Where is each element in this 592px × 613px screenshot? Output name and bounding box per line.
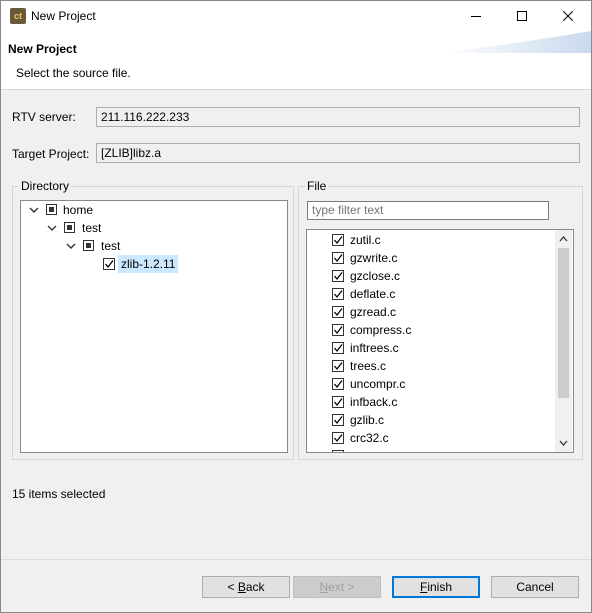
cancel-button[interactable]: Cancel <box>491 576 579 598</box>
next-rest: ext <box>328 580 345 594</box>
check-icon <box>334 380 343 389</box>
file-name: gzlib.c <box>350 413 385 427</box>
checkbox-checked[interactable] <box>332 450 344 452</box>
checkbox-checked[interactable] <box>332 414 344 426</box>
rtv-server-field: 211.116.222.233 <box>96 107 580 127</box>
checkbox-checked[interactable] <box>332 342 344 354</box>
chevron-down-icon[interactable] <box>29 205 39 215</box>
file-list[interactable]: zutil.c gzwrite.c gzclose.c deflate.c gz… <box>306 229 574 453</box>
checkbox-checked[interactable] <box>332 288 344 300</box>
directory-tree[interactable]: home test test zlib-1.2.11 <box>20 200 288 453</box>
tree-node-label: test <box>101 239 121 253</box>
minimize-icon <box>471 16 481 17</box>
finish-button[interactable]: Finish <box>392 576 480 598</box>
check-icon <box>334 254 343 263</box>
header-decoration <box>441 31 591 53</box>
tree-node-label: test <box>82 221 102 235</box>
wizard-header: New Project Select the source file. <box>1 31 591 90</box>
minimize-button[interactable] <box>453 1 499 31</box>
window-title: New Project <box>31 9 96 23</box>
file-name: gzwrite.c <box>350 251 398 265</box>
file-name: inftrees.c <box>350 341 399 355</box>
vertical-scrollbar[interactable] <box>555 230 572 452</box>
file-name: compress.c <box>350 323 412 337</box>
filter-input[interactable]: type filter text <box>307 201 549 220</box>
checkbox-checked[interactable] <box>332 432 344 444</box>
check-icon <box>334 398 343 407</box>
file-name: deflate.c <box>350 287 396 301</box>
checkbox-checked[interactable] <box>103 258 115 270</box>
maximize-icon <box>517 11 527 21</box>
check-icon <box>334 272 343 281</box>
file-group-label: File <box>305 179 329 193</box>
check-icon <box>334 308 343 317</box>
check-icon <box>334 236 343 245</box>
file-name: zutil.c <box>350 233 381 247</box>
chevron-up-icon[interactable] <box>559 235 568 242</box>
tree-node-label: zlib-1.2.11 <box>118 255 179 273</box>
rtv-server-label: RTV server: <box>12 110 76 124</box>
checkbox-checked[interactable] <box>332 306 344 318</box>
checkbox-checked[interactable] <box>332 378 344 390</box>
tristate-checkbox[interactable] <box>64 222 75 233</box>
checkbox-checked[interactable] <box>332 252 344 264</box>
checkbox-checked[interactable] <box>332 396 344 408</box>
next-suffix: > <box>344 580 355 594</box>
chevron-down-icon[interactable] <box>47 223 57 233</box>
back-mnemonic: B <box>237 580 246 594</box>
checkbox-checked[interactable] <box>332 324 344 336</box>
footer-divider <box>1 559 591 560</box>
back-rest: ack <box>245 580 265 594</box>
wizard-title: New Project <box>8 42 77 56</box>
check-icon <box>334 362 343 371</box>
target-project-label: Target Project: <box>12 147 90 161</box>
new-project-dialog: ct New Project New Project Select the so… <box>0 0 592 613</box>
file-name: gzclose.c <box>350 269 401 283</box>
back-prefix: < <box>227 580 238 594</box>
finish-rest: inish <box>427 580 453 594</box>
target-project-field: [ZLIB]libz.a <box>96 143 580 163</box>
chevron-down-icon[interactable] <box>66 241 76 251</box>
next-mnemonic: N <box>319 580 329 594</box>
tree-node-test-nested[interactable]: test <box>21 237 281 255</box>
back-button[interactable]: < Back <box>202 576 290 598</box>
file-name: crc32.c <box>350 431 389 445</box>
file-name: gzread.c <box>350 305 397 319</box>
tristate-checkbox[interactable] <box>83 240 94 251</box>
check-icon <box>334 416 343 425</box>
close-button[interactable] <box>545 1 591 31</box>
close-icon <box>563 11 573 21</box>
directory-group-label: Directory <box>19 179 72 193</box>
scrollbar-thumb[interactable] <box>558 248 569 398</box>
maximize-button[interactable] <box>499 1 545 31</box>
check-icon <box>334 434 343 443</box>
selection-status: 15 items selected <box>12 487 106 501</box>
checkbox-checked[interactable] <box>332 360 344 372</box>
tree-node-label: home <box>63 203 94 217</box>
tree-node-zlib[interactable]: zlib-1.2.11 <box>21 255 281 273</box>
check-icon <box>105 260 114 269</box>
file-name: infback.c <box>350 395 398 409</box>
next-button[interactable]: Next > <box>293 576 381 598</box>
tristate-checkbox[interactable] <box>46 204 57 215</box>
wizard-description: Select the source file. <box>16 66 131 80</box>
tree-node-test[interactable]: test <box>21 219 281 237</box>
title-bar[interactable]: ct New Project <box>1 1 591 31</box>
chevron-down-icon[interactable] <box>559 440 568 447</box>
checkbox-checked[interactable] <box>332 270 344 282</box>
app-icon: ct <box>10 8 26 24</box>
file-name: trees.c <box>350 359 387 373</box>
check-icon <box>334 344 343 353</box>
check-icon <box>334 290 343 299</box>
file-name: uncompr.c <box>350 377 406 391</box>
checkbox-checked[interactable] <box>332 234 344 246</box>
tree-node-home[interactable]: home <box>21 201 281 219</box>
check-icon <box>334 326 343 335</box>
